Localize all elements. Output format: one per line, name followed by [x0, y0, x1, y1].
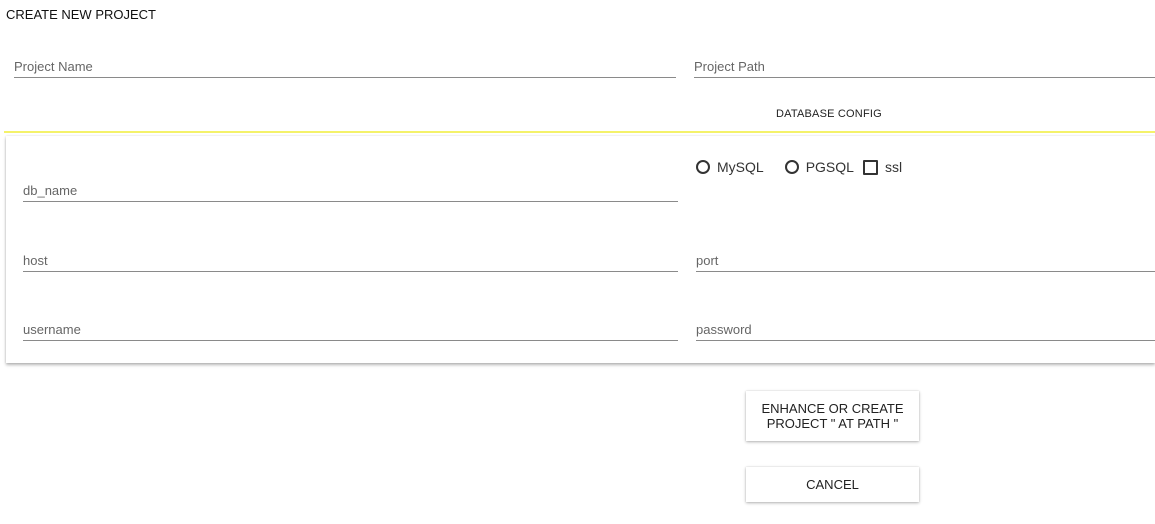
- mysql-radio-icon[interactable]: [696, 160, 710, 174]
- project-name-input[interactable]: [14, 57, 676, 75]
- mysql-label: MySQL: [717, 159, 764, 175]
- pgsql-label: PGSQL: [805, 159, 854, 175]
- database-config-label: DATABASE CONFIG: [776, 108, 882, 120]
- host-input[interactable]: [23, 251, 678, 269]
- db-type-options: MySQL PGSQL ssl: [696, 159, 902, 175]
- username-field[interactable]: [23, 316, 678, 341]
- password-field[interactable]: [696, 316, 1155, 341]
- db-name-field[interactable]: [23, 177, 678, 202]
- project-path-field[interactable]: [694, 53, 1155, 78]
- enhance-or-create-button[interactable]: ENHANCE OR CREATE PROJECT " AT PATH ": [746, 391, 919, 441]
- ssl-label: ssl: [884, 159, 903, 175]
- section-divider: [4, 131, 1155, 133]
- username-input[interactable]: [23, 320, 678, 338]
- mysql-radio-option[interactable]: MySQL: [696, 159, 764, 175]
- db-name-input[interactable]: [23, 181, 678, 199]
- password-input[interactable]: [696, 320, 1155, 338]
- ssl-checkbox-option[interactable]: ssl: [862, 159, 903, 175]
- pgsql-radio-icon[interactable]: [784, 160, 799, 174]
- project-path-input[interactable]: [694, 57, 1155, 75]
- cancel-button[interactable]: CANCEL: [746, 467, 919, 502]
- pgsql-radio-option[interactable]: PGSQL: [784, 159, 854, 175]
- project-name-field[interactable]: [14, 53, 676, 78]
- host-field[interactable]: [23, 247, 678, 272]
- ssl-checkbox-icon[interactable]: [862, 159, 878, 175]
- port-input[interactable]: [696, 251, 1155, 269]
- port-field[interactable]: [696, 247, 1155, 272]
- page-title: CREATE NEW PROJECT: [6, 7, 156, 22]
